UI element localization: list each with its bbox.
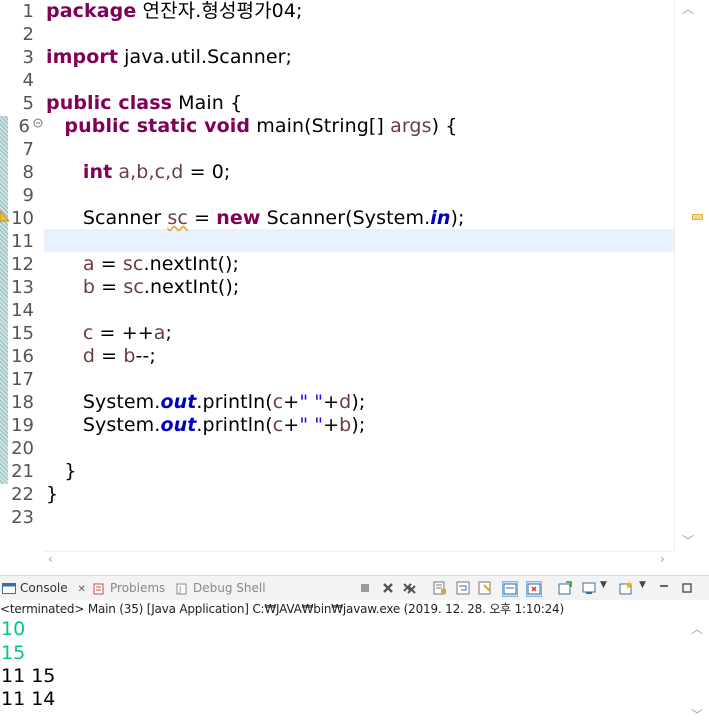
code-line-15: c = ++a; bbox=[82, 322, 172, 344]
code-line-21: } bbox=[46, 460, 77, 482]
console-line: 11 15 bbox=[1, 665, 56, 687]
console-line: 11 14 bbox=[1, 688, 56, 710]
svg-text:J: J bbox=[178, 585, 181, 594]
code-line-22: } bbox=[46, 483, 59, 505]
scroll-up-icon[interactable]: ︿ bbox=[682, 0, 694, 17]
line-number: 4 bbox=[22, 70, 34, 91]
horizontal-scrollbar[interactable]: ‹ › bbox=[44, 551, 674, 568]
line-number: 10 bbox=[11, 208, 34, 229]
line-number: 1 bbox=[22, 1, 34, 22]
current-line-highlight bbox=[44, 229, 674, 252]
scroll-right-icon[interactable]: › bbox=[660, 552, 665, 566]
display-console-icon[interactable] bbox=[582, 581, 596, 595]
problems-icon bbox=[93, 583, 104, 594]
line-number: 11 bbox=[11, 231, 34, 252]
code-line-3: import java.util.Scanner; bbox=[46, 46, 293, 68]
close-tab-icon[interactable]: ✕ bbox=[77, 584, 85, 595]
fold-collapse-icon[interactable] bbox=[33, 118, 43, 128]
line-number: 21 bbox=[11, 461, 34, 482]
terminate-icon[interactable] bbox=[358, 581, 372, 595]
code-editor[interactable]: 1 2 3 4 5 6 7 8 9 10 11 12 13 14 15 16 1… bbox=[0, 0, 709, 568]
minimize-icon[interactable] bbox=[657, 581, 671, 595]
scroll-down-icon[interactable]: ﹀ bbox=[682, 532, 694, 549]
show-stdout-icon[interactable] bbox=[502, 581, 518, 597]
chevron-down-icon[interactable]: ▼ bbox=[639, 580, 646, 590]
remove-launch-icon[interactable] bbox=[381, 581, 395, 595]
word-wrap-icon[interactable] bbox=[456, 581, 470, 595]
line-number: 14 bbox=[11, 300, 34, 321]
line-number: 22 bbox=[11, 484, 34, 505]
console-line: 10 bbox=[1, 618, 26, 640]
console-icon bbox=[2, 582, 16, 594]
line-number: 18 bbox=[11, 392, 34, 413]
line-number: 13 bbox=[11, 277, 34, 298]
open-console-icon[interactable] bbox=[558, 581, 572, 595]
scroll-up-icon[interactable]: ︿ bbox=[691, 620, 703, 637]
console-scrollbar[interactable]: ︿ ﹀ bbox=[688, 618, 709, 724]
console-view-toolbar: Console ✕ Problems J Debug Shell ▼ ▼ bbox=[0, 575, 709, 600]
line-number: 5 bbox=[22, 93, 34, 114]
line-number: 2 bbox=[22, 24, 34, 45]
line-number: 20 bbox=[11, 438, 34, 459]
scroll-lock-icon[interactable] bbox=[433, 581, 447, 595]
code-line-10: Scanner sc = new Scanner(System.in); bbox=[82, 207, 465, 229]
line-number: 7 bbox=[22, 139, 34, 160]
line-number: 6 bbox=[18, 116, 30, 137]
code-line-16: d = b--; bbox=[82, 345, 156, 367]
debug-shell-icon: J bbox=[176, 583, 187, 594]
tab-console[interactable]: Console ✕ bbox=[2, 576, 86, 600]
code-line-18: System.out.println(c+" "+d); bbox=[82, 391, 366, 413]
scroll-left-icon[interactable]: ‹ bbox=[48, 552, 53, 566]
code-line-8: int a,b,c,d = 0; bbox=[82, 161, 231, 183]
console-output[interactable]: 10 15 11 15 11 14 bbox=[0, 618, 709, 724]
chevron-down-icon[interactable]: ▼ bbox=[600, 580, 607, 590]
tab-debug-shell[interactable]: J Debug Shell bbox=[175, 576, 266, 600]
code-line-6: public static void main(String[] args) { bbox=[64, 115, 458, 137]
line-number: 9 bbox=[22, 185, 34, 206]
line-number: 12 bbox=[11, 254, 34, 275]
pin-console-icon[interactable] bbox=[478, 581, 492, 595]
remove-all-icon[interactable] bbox=[402, 581, 416, 595]
line-number: 17 bbox=[11, 369, 34, 390]
vertical-scrollbar[interactable]: ︿ ﹀ bbox=[674, 0, 709, 551]
code-line-12: a = sc.nextInt(); bbox=[82, 253, 240, 275]
scroll-down-icon[interactable]: ﹀ bbox=[691, 706, 703, 723]
new-console-icon[interactable] bbox=[619, 581, 633, 595]
line-number: 15 bbox=[11, 323, 34, 344]
occurrence-marker[interactable] bbox=[692, 214, 703, 220]
line-number: 16 bbox=[11, 346, 34, 367]
tab-problems[interactable]: Problems bbox=[92, 576, 165, 600]
line-number: 19 bbox=[11, 415, 34, 436]
code-line-5: public class Main { bbox=[46, 92, 243, 114]
code-line-19: System.out.println(c+" "+b); bbox=[82, 414, 366, 436]
console-line: 15 bbox=[1, 642, 26, 664]
maximize-icon[interactable] bbox=[680, 581, 694, 595]
console-process-label: <terminated> Main (35) [Java Application… bbox=[0, 600, 709, 618]
change-ruler bbox=[0, 116, 8, 484]
code-line-1: package 연잔자.형성평가04; bbox=[46, 0, 303, 22]
show-stderr-icon[interactable] bbox=[526, 581, 542, 597]
line-number: 8 bbox=[22, 162, 34, 183]
warning-marker-icon[interactable] bbox=[0, 208, 10, 222]
line-number: 23 bbox=[11, 507, 34, 528]
code-line-13: b = sc.nextInt(); bbox=[82, 276, 240, 298]
line-number: 3 bbox=[22, 47, 34, 68]
